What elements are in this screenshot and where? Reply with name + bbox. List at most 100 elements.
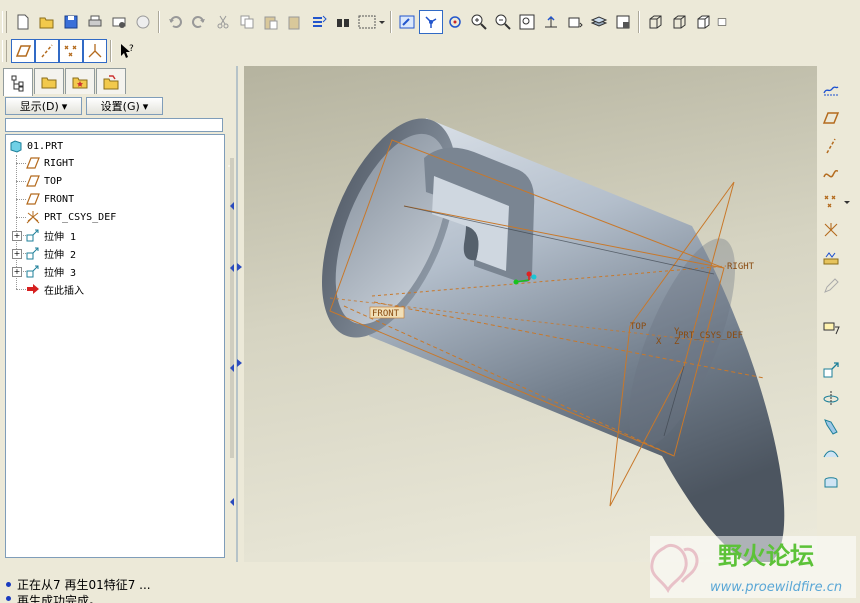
zoom-out-icon[interactable]: [491, 10, 515, 34]
datum-curve-tool-icon[interactable]: [819, 162, 843, 186]
model-tree-tab-icon[interactable]: [3, 68, 33, 96]
open-folder-icon[interactable]: [35, 10, 59, 34]
navigator-tabs: [3, 68, 127, 96]
tree-root-label: 01.PRT: [27, 140, 64, 152]
part-icon: [9, 139, 23, 153]
toolbar-separator: [638, 11, 640, 33]
copy-icon[interactable]: [235, 10, 259, 34]
regenerate-icon[interactable]: [307, 10, 331, 34]
main-toolbar: [2, 10, 727, 34]
undo-icon[interactable]: [163, 10, 187, 34]
datum-axis-tool-icon[interactable]: [819, 134, 843, 158]
folder-browser-tab-icon[interactable]: [34, 68, 64, 94]
datum-plane-display-icon[interactable]: [11, 39, 35, 63]
favorites-tab-icon[interactable]: [65, 68, 95, 94]
navigator-menu-bar: 显示(D) ▾ 设置(G) ▾: [5, 97, 163, 115]
tree-item-insert-here[interactable]: 在此插入: [26, 281, 84, 297]
save-icon[interactable]: [59, 10, 83, 34]
blend-tool-icon[interactable]: [819, 442, 843, 466]
redo-icon[interactable]: [187, 10, 211, 34]
graphics-viewport[interactable]: Y X Z RIGHT FRONT TOP PRT_CSYS_DEF: [244, 66, 817, 562]
show-menu-button[interactable]: 显示(D) ▾: [5, 97, 82, 115]
tree-guide-line: [16, 289, 26, 290]
new-file-icon[interactable]: [11, 10, 35, 34]
extrude-tool-icon[interactable]: [819, 358, 843, 382]
tree-item-right[interactable]: RIGHT: [26, 155, 74, 171]
tree-item-top[interactable]: TOP: [26, 173, 62, 189]
analysis-feature-icon[interactable]: [819, 246, 843, 270]
cut-icon[interactable]: [211, 10, 235, 34]
forum-watermark: 野火论坛 www.proewildfire.cn: [650, 536, 856, 598]
reorient-icon[interactable]: [539, 10, 563, 34]
extrude-feature-icon: [26, 246, 40, 260]
refit-icon[interactable]: [515, 10, 539, 34]
tree-expand-toggle[interactable]: +: [12, 231, 22, 241]
sweep-tool-icon[interactable]: [819, 414, 843, 438]
shell-tool-icon[interactable]: [819, 470, 843, 494]
tree-expand-toggle[interactable]: +: [12, 249, 22, 259]
orient-mode-icon[interactable]: [443, 10, 467, 34]
datum-point-tool-icon[interactable]: [819, 190, 853, 214]
model-tree-filter-input[interactable]: [5, 118, 223, 132]
datum-axis-display-icon[interactable]: [35, 39, 59, 63]
find-icon[interactable]: [331, 10, 355, 34]
saved-views-icon[interactable]: [563, 10, 587, 34]
svg-text:?: ?: [129, 44, 134, 54]
bullet-icon: [6, 582, 11, 587]
setup-icon[interactable]: [611, 10, 635, 34]
no-hidden-icon[interactable]: [691, 10, 715, 34]
sketch-tool-icon[interactable]: [819, 78, 843, 102]
tree-item-extrude-3[interactable]: 拉伸 3: [26, 263, 76, 279]
model-render: Y X Z RIGHT FRONT TOP PRT_CSYS_DEF: [322, 118, 785, 562]
zoom-in-icon[interactable]: [467, 10, 491, 34]
tree-item-prt-csys-def[interactable]: PRT_CSYS_DEF: [26, 209, 116, 225]
connections-tab-icon[interactable]: [96, 68, 126, 94]
splitter-arrow[interactable]: [237, 358, 243, 368]
shading-icon-partial[interactable]: [715, 10, 727, 34]
datum-label-top: TOP: [630, 322, 647, 332]
coordinate-system-icon: [26, 210, 40, 224]
tree-item-extrude-2[interactable]: 拉伸 2: [26, 245, 76, 261]
hidden-line-icon[interactable]: [667, 10, 691, 34]
splitter-arrow[interactable]: [237, 262, 243, 272]
navigator-splitter[interactable]: [228, 66, 242, 562]
paste-special-icon[interactable]: [283, 10, 307, 34]
csys-display-icon[interactable]: [83, 39, 107, 63]
status-message-text: 再生成功完成。: [17, 594, 102, 603]
wireframe-icon[interactable]: [643, 10, 667, 34]
datum-display-toolbar: ?: [2, 39, 139, 63]
pencil-disabled-icon[interactable]: [819, 274, 843, 298]
paste-icon[interactable]: [259, 10, 283, 34]
revolve-tool-icon[interactable]: [819, 386, 843, 410]
select-box-icon[interactable]: [355, 10, 387, 34]
insert-annotation-icon[interactable]: [819, 316, 843, 340]
spin-center-icon[interactable]: [419, 10, 443, 34]
csys-tool-icon[interactable]: [819, 218, 843, 242]
tree-item-extrude-1[interactable]: 拉伸 1: [26, 227, 76, 243]
settings-menu-label: 设置(G): [100, 100, 140, 113]
datum-plane-tool-icon[interactable]: [819, 106, 843, 130]
show-menu-label: 显示(D): [19, 100, 59, 113]
tree-item-front[interactable]: FRONT: [26, 191, 74, 207]
repaint-icon[interactable]: [395, 10, 419, 34]
layers-icon[interactable]: [587, 10, 611, 34]
settings-menu-button[interactable]: 设置(G) ▾: [86, 97, 163, 115]
toolbar-grip[interactable]: [2, 40, 7, 62]
tree-guide-line: [16, 181, 26, 182]
print-icon[interactable]: [83, 10, 107, 34]
tree-item-label: 在此插入: [44, 285, 84, 297]
status-message-text: 正在从7 再生01特征7 ...: [17, 578, 151, 592]
toolbar-separator: [390, 11, 392, 33]
datum-plane-icon: [26, 192, 40, 206]
toolbar-grip[interactable]: [2, 11, 7, 33]
chevron-down-icon: ▾: [142, 99, 149, 113]
toolbar-separator: [158, 11, 160, 33]
context-help-icon[interactable]: ?: [115, 39, 139, 63]
watermark-url: www.proewildfire.cn: [710, 580, 842, 595]
tree-expand-toggle[interactable]: +: [12, 267, 22, 277]
tree-root-node[interactable]: 01.PRT: [9, 138, 63, 154]
bullet-icon: [6, 596, 11, 601]
datum-point-display-icon[interactable]: [59, 39, 83, 63]
email-icon[interactable]: [131, 10, 155, 34]
send-mail-icon[interactable]: [107, 10, 131, 34]
